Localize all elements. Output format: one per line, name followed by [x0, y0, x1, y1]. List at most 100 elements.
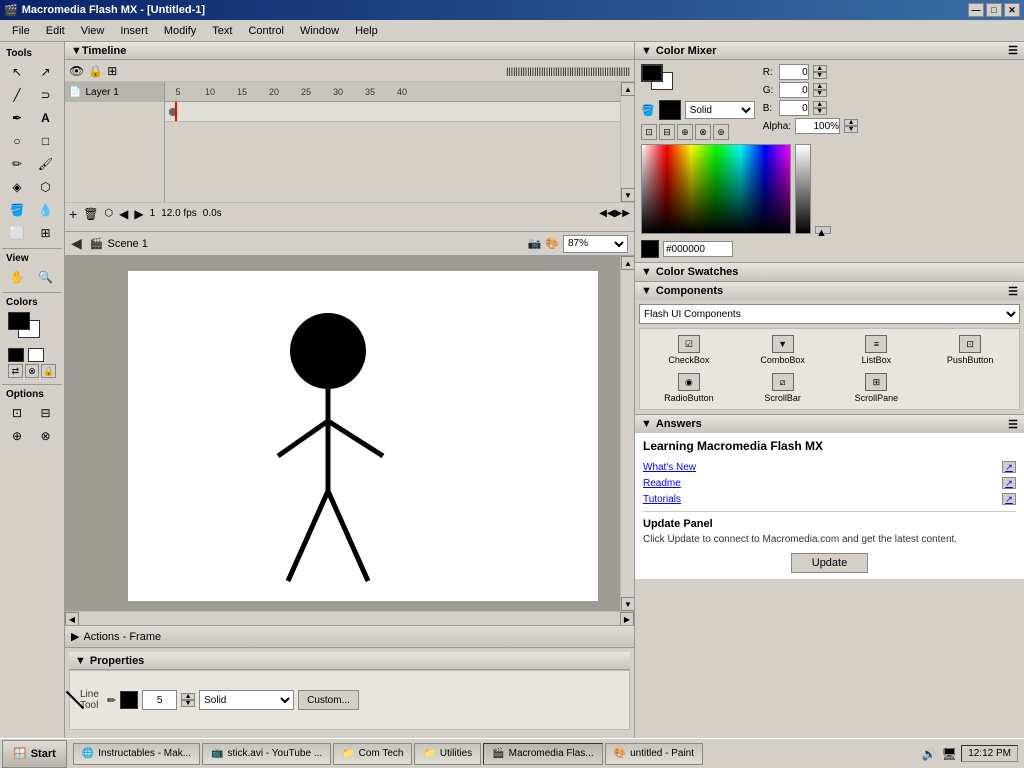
zoom-tool[interactable]: 🔍 [33, 266, 59, 288]
fill-lock-btn[interactable]: 🔒 [41, 364, 56, 378]
components-filter-select[interactable]: Flash UI Components [639, 304, 1020, 324]
combobox-component[interactable]: ▼ ComboBox [738, 333, 828, 367]
menu-text[interactable]: Text [204, 23, 240, 39]
line-tool[interactable]: ╱ [4, 84, 30, 106]
no-fill-btn[interactable] [28, 348, 44, 362]
fill-type-select[interactable]: Solid Linear Radial [685, 101, 755, 119]
zoom-select[interactable]: 87% 100% 50% 25% [563, 235, 628, 253]
mixer-stroke-box[interactable] [641, 64, 663, 82]
eraser-tool[interactable]: ⬜ [4, 222, 30, 244]
back-button[interactable]: ◀ [71, 235, 82, 252]
paint-bucket-tool[interactable]: 🪣 [4, 199, 30, 221]
taskbar-item-youtube[interactable]: 📺 stick.avi - YouTube ... [202, 743, 331, 765]
comp-options[interactable]: ☰ [1008, 285, 1018, 298]
menu-control[interactable]: Control [240, 23, 291, 39]
mixer-icon-3[interactable]: ⊕ [677, 124, 693, 140]
stroke-preview-small[interactable] [659, 100, 681, 120]
lasso-tool[interactable]: ⊃ [33, 84, 59, 106]
mixer-icon-2[interactable]: ⊟ [659, 124, 675, 140]
hand-tool[interactable]: ✋ [4, 266, 30, 288]
mixer-icon-1[interactable]: ⊡ [641, 124, 657, 140]
actions-bar[interactable]: ▶ Actions - Frame [65, 626, 634, 648]
readme-link[interactable]: Readme ↗ [643, 477, 1016, 489]
oval-tool[interactable]: ○ [4, 130, 30, 152]
alpha-input[interactable] [795, 118, 840, 134]
r-down[interactable]: ▼ [813, 72, 827, 79]
stroke-swatch[interactable] [120, 691, 138, 709]
custom-button[interactable]: Custom... [298, 690, 359, 710]
snap-tool[interactable]: ⊞ [33, 222, 59, 244]
option-4[interactable]: ⊗ [33, 425, 59, 447]
stage-scroll-down[interactable]: ▼ [621, 597, 634, 611]
alpha-down[interactable]: ▼ [844, 126, 858, 133]
update-button[interactable]: Update [791, 553, 868, 573]
gradient-arrow[interactable]: ▲ [815, 226, 831, 234]
radiobutton-component[interactable]: ◉ RadioButton [644, 371, 734, 405]
menu-view[interactable]: View [73, 23, 113, 39]
answers-options[interactable]: ☰ [1008, 418, 1018, 431]
arrow-tool[interactable]: ↖ [4, 61, 30, 83]
stroke-down-btn[interactable]: ▼ [181, 700, 195, 707]
taskbar-item-instructables[interactable]: 🌐 Instructables - Mak... [73, 743, 200, 765]
color-picker-gradient[interactable] [641, 144, 791, 234]
add-motion-tween[interactable]: ⬡ [104, 208, 113, 219]
hex-input[interactable] [663, 241, 733, 257]
tutorials-link[interactable]: Tutorials ↗ [643, 493, 1016, 505]
pencil-tool[interactable]: ✏ [4, 153, 30, 175]
pen-tool[interactable]: ✒ [4, 107, 30, 129]
stage-canvas[interactable] [128, 271, 598, 601]
listbox-component[interactable]: ≡ ListBox [832, 333, 922, 367]
taskbar-item-flash[interactable]: 🎬 Macromedia Flas... [483, 743, 602, 765]
swatches-header[interactable]: ▼ Color Swatches [635, 263, 1024, 281]
no-stroke-btn[interactable] [8, 348, 24, 362]
nav-left-btn[interactable]: ◀ [119, 207, 128, 221]
b-down[interactable]: ▼ [813, 108, 827, 115]
brightness-slider[interactable] [795, 144, 811, 234]
b-input[interactable] [779, 100, 809, 116]
g-up[interactable]: ▲ [813, 83, 827, 90]
menu-edit[interactable]: Edit [38, 23, 73, 39]
taskbar-item-utilities[interactable]: 📁 Utilities [414, 743, 481, 765]
stroke-size-input[interactable] [142, 690, 177, 710]
stroke-type-select[interactable]: Solid Dashed Dotted Ragged [199, 690, 294, 710]
mixer-options[interactable]: ☰ [1008, 44, 1018, 57]
text-tool[interactable]: A [33, 107, 59, 129]
delete-layer-btn[interactable]: 🗑 [83, 207, 98, 221]
mixer-icon-4[interactable]: ⊗ [695, 124, 711, 140]
scroll-up-btn[interactable]: ▲ [621, 82, 635, 96]
scroll-down-btn[interactable]: ▼ [621, 188, 635, 202]
r-up[interactable]: ▲ [813, 65, 827, 72]
taskbar-item-paint[interactable]: 🎨 untitled - Paint [605, 743, 703, 765]
pushbutton-component[interactable]: ⊡ PushButton [925, 333, 1015, 367]
option-3[interactable]: ⊕ [4, 425, 30, 447]
stage-scroll-up[interactable]: ▲ [621, 256, 634, 270]
stroke-up-btn[interactable]: ▲ [181, 693, 195, 700]
g-input[interactable] [779, 82, 809, 98]
checkbox-component[interactable]: ☑ CheckBox [644, 333, 734, 367]
stroke-color-box[interactable] [8, 312, 30, 330]
whats-new-link[interactable]: What's New ↗ [643, 461, 1016, 473]
playhead[interactable] [175, 102, 177, 121]
subselect-tool[interactable]: ↗ [33, 61, 59, 83]
rect-tool[interactable]: □ [33, 130, 59, 152]
menu-modify[interactable]: Modify [156, 23, 204, 39]
maximize-button[interactable]: □ [986, 3, 1002, 17]
stage-scroll-left[interactable]: ◀ [65, 612, 79, 625]
b-up[interactable]: ▲ [813, 101, 827, 108]
taskbar-item-comtech[interactable]: 📁 Com Tech [333, 743, 412, 765]
start-button[interactable]: 🪟 Start [2, 740, 67, 768]
menu-window[interactable]: Window [292, 23, 347, 39]
close-button[interactable]: ✕ [1004, 3, 1020, 17]
ink-bottle-tool[interactable]: ⬡ [33, 176, 59, 198]
swap-colors-btn[interactable]: ⇄ [8, 364, 23, 378]
alpha-up[interactable]: ▲ [844, 119, 858, 126]
option-2[interactable]: ⊟ [33, 402, 59, 424]
stage-scroll-right[interactable]: ▶ [620, 612, 634, 625]
menu-help[interactable]: Help [347, 23, 386, 39]
scrollbar-component[interactable]: ⧄ ScrollBar [738, 371, 828, 405]
g-down[interactable]: ▼ [813, 90, 827, 97]
default-colors-btn[interactable]: ⊗ [25, 364, 40, 378]
nav-right-btn[interactable]: ▶ [134, 207, 143, 221]
eyedropper-tool[interactable]: 💧 [33, 199, 59, 221]
minimize-button[interactable]: — [968, 3, 984, 17]
